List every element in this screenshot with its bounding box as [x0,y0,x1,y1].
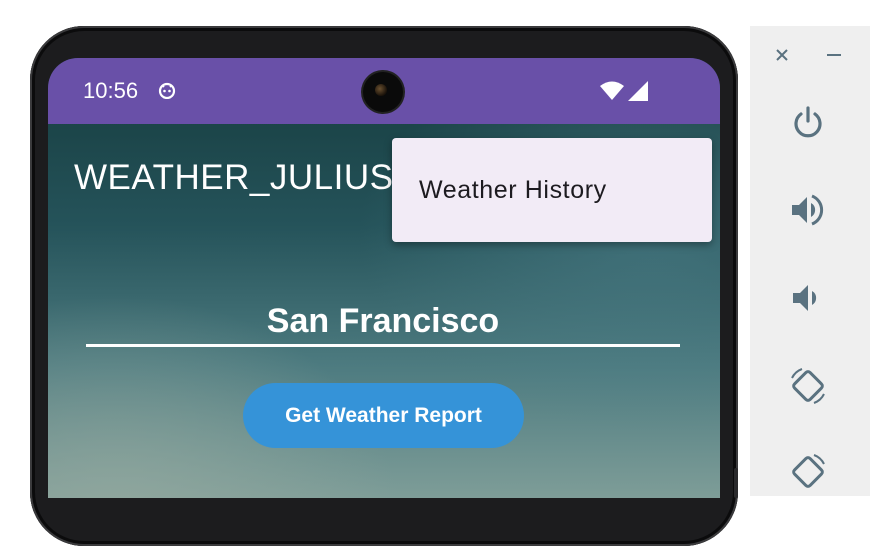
volume-down-button[interactable] [788,278,828,318]
rotate-right-icon [792,454,825,488]
rotate-left-icon [791,368,825,404]
wifi-icon [600,81,624,100]
phone-side-button [734,468,738,498]
overflow-menu-popup: Weather History [392,138,712,242]
menu-item-weather-history[interactable]: Weather History [392,138,712,242]
rotate-left-button[interactable] [786,364,830,408]
minimize-icon [827,54,841,56]
cell-signal-icon [628,81,648,101]
emulator-side-panel [750,26,870,496]
get-weather-report-button[interactable]: Get Weather Report [243,383,524,448]
volume-up-button[interactable] [788,190,828,230]
rotate-right-button[interactable] [786,450,830,494]
power-button[interactable] [788,102,828,142]
city-input[interactable] [86,298,680,347]
app-title: WEATHER_JULIUS [74,158,394,197]
device-screen: 10:56 WEATHER_JULIUS Get Weather Report … [48,58,720,498]
close-button[interactable] [764,36,800,72]
status-bar: 10:56 [48,58,720,124]
menu-item-label: Weather History [419,176,607,204]
volume-down-icon [793,285,817,311]
status-time: 10:56 [83,78,139,103]
android-debug-icon [158,82,176,99]
minimize-button[interactable] [816,36,852,72]
front-camera [363,72,403,112]
power-icon [794,106,822,138]
volume-up-icon [792,194,824,226]
close-icon [776,49,788,61]
